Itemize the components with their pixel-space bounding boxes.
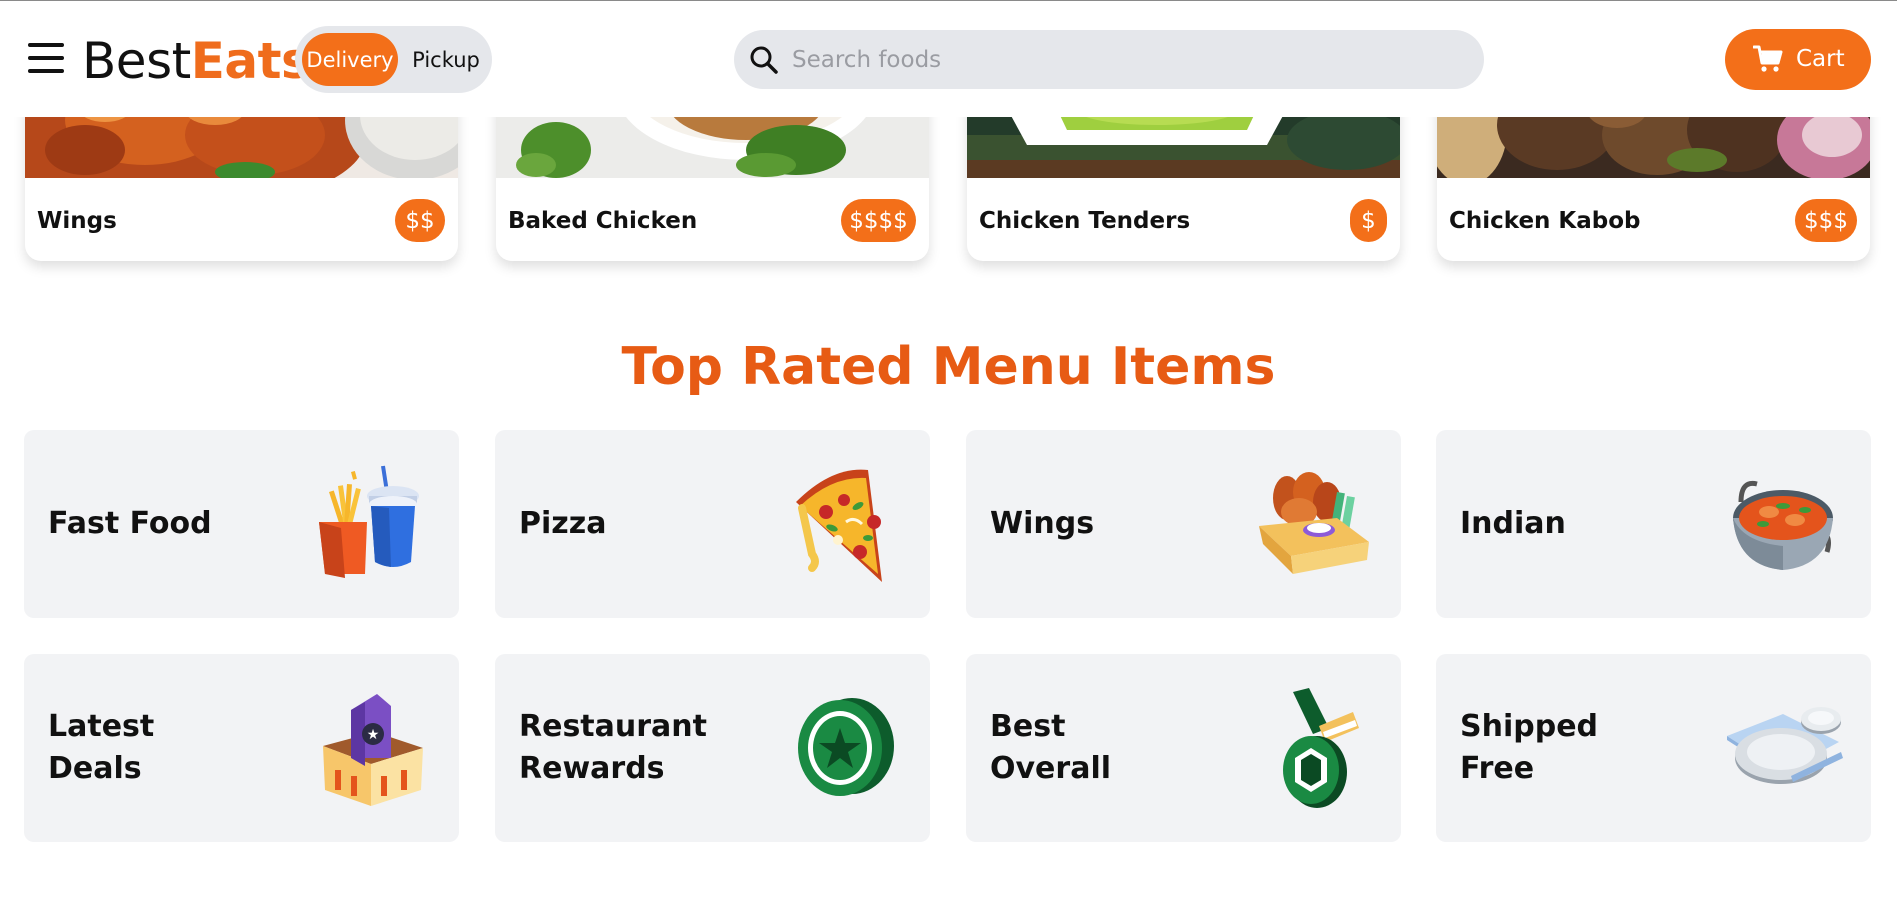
category-label: Indian — [1460, 506, 1566, 541]
logo-eats: Eats — [190, 32, 311, 90]
wings-basket-icon — [1259, 472, 1369, 574]
cart-label: Cart — [1796, 46, 1845, 72]
category-label: Latest Deals — [48, 709, 155, 786]
section-title: Top Rated Menu Items — [621, 337, 1276, 397]
delivery-option[interactable]: Delivery — [302, 33, 398, 86]
pizza-slice-icon — [796, 469, 882, 582]
category-tile-pizza[interactable]: Pizza — [495, 430, 930, 618]
product-name: Chicken Tenders — [979, 208, 1191, 234]
logo-best: Best — [82, 32, 191, 90]
search-icon — [750, 46, 778, 74]
category-label: Shipped Free — [1460, 709, 1599, 786]
category-tile-restaurant-rewards[interactable]: Restaurant Rewards — [495, 654, 930, 842]
price-badge: $$$ — [1795, 199, 1857, 242]
category-label: Wings — [990, 506, 1095, 541]
delivery-mode-toggle: Delivery Pickup — [295, 26, 492, 93]
price-badge: $$$$ — [841, 199, 916, 242]
category-label: Pizza — [519, 506, 607, 541]
medal-icon — [1283, 688, 1359, 808]
category-label: Fast Food — [48, 506, 212, 541]
price-badge: $ — [1350, 199, 1387, 242]
product-name: Wings — [37, 208, 117, 234]
category-tile-best-overall[interactable]: Best Overall — [966, 654, 1401, 842]
top-nav: BestEats Delivery Pickup Cart — [0, 1, 1897, 117]
pickup-option[interactable]: Pickup — [405, 33, 487, 86]
curry-bowl-icon — [1733, 480, 1833, 570]
cart-button[interactable]: Cart — [1725, 29, 1871, 90]
fries-and-drink-icon — [319, 465, 419, 578]
price-badge: $$ — [395, 199, 445, 242]
cart-icon — [1753, 45, 1783, 72]
search-input[interactable] — [792, 38, 1452, 81]
product-name: Baked Chicken — [508, 208, 698, 234]
category-tile-latest-deals[interactable]: Latest Deals ★ — [24, 654, 459, 842]
category-label: Restaurant Rewards — [519, 709, 707, 786]
category-label: Best Overall — [990, 709, 1112, 786]
search-bar — [734, 30, 1484, 89]
category-tile-shipped-free[interactable]: Shipped Free — [1436, 654, 1871, 842]
category-tile-fast-food[interactable]: Fast Food — [24, 430, 459, 618]
product-name: Chicken Kabob — [1449, 208, 1641, 234]
logo[interactable]: BestEats — [82, 25, 311, 97]
reward-coin-icon — [798, 698, 894, 796]
deal-tag-icon: ★ — [323, 694, 423, 806]
category-tile-wings[interactable]: Wings — [966, 430, 1401, 618]
svg-text:★: ★ — [367, 727, 380, 743]
menu-icon[interactable] — [28, 43, 64, 75]
category-tile-indian[interactable]: Indian — [1436, 430, 1871, 618]
plates-icon — [1727, 707, 1843, 784]
